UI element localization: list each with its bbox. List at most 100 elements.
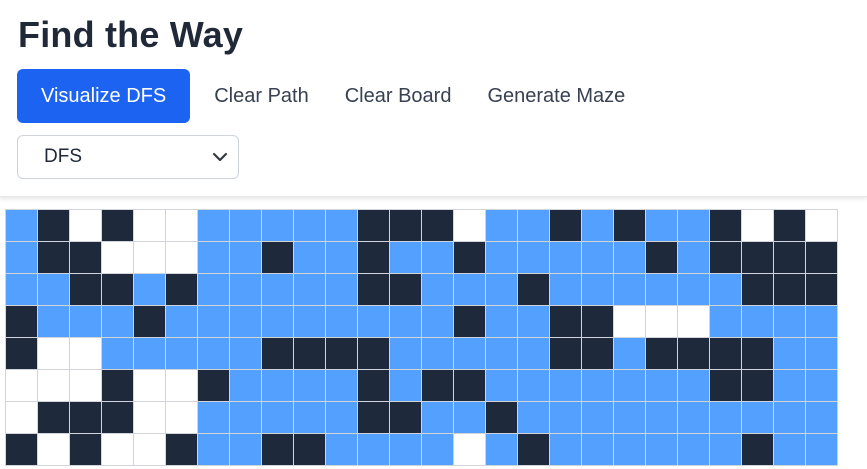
- grid-cell-visited[interactable]: [70, 306, 102, 338]
- grid-cell-visited[interactable]: [262, 274, 294, 306]
- grid-cell-visited[interactable]: [294, 370, 326, 402]
- grid-cell-wall[interactable]: [38, 402, 70, 434]
- grid-cell-visited[interactable]: [486, 274, 518, 306]
- grid-cell-visited[interactable]: [518, 210, 550, 242]
- grid-cell-wall[interactable]: [550, 210, 582, 242]
- grid-cell-visited[interactable]: [230, 210, 262, 242]
- grid-cell-visited[interactable]: [678, 402, 710, 434]
- grid-cell-visited[interactable]: [422, 434, 454, 466]
- grid-cell-empty[interactable]: [166, 370, 198, 402]
- grid-cell-empty[interactable]: [38, 370, 70, 402]
- grid-cell-visited[interactable]: [550, 242, 582, 274]
- grid-cell-visited[interactable]: [198, 338, 230, 370]
- grid-cell-visited[interactable]: [358, 306, 390, 338]
- grid-cell-visited[interactable]: [486, 434, 518, 466]
- clear-board-button[interactable]: Clear Board: [345, 85, 452, 108]
- grid-cell-empty[interactable]: [646, 306, 678, 338]
- grid-cell-wall[interactable]: [102, 402, 134, 434]
- grid-cell-visited[interactable]: [198, 242, 230, 274]
- grid-cell-visited[interactable]: [198, 274, 230, 306]
- grid-cell-wall[interactable]: [6, 338, 38, 370]
- grid-cell-wall[interactable]: [646, 338, 678, 370]
- grid-cell-visited[interactable]: [646, 370, 678, 402]
- grid-cell-wall[interactable]: [742, 338, 774, 370]
- grid-cell-visited[interactable]: [326, 274, 358, 306]
- grid-cell-wall[interactable]: [358, 210, 390, 242]
- grid-cell-wall[interactable]: [326, 338, 358, 370]
- grid-cell-wall[interactable]: [774, 210, 806, 242]
- grid-cell-wall[interactable]: [262, 338, 294, 370]
- grid-cell-visited[interactable]: [454, 274, 486, 306]
- grid-cell-wall[interactable]: [262, 434, 294, 466]
- grid-cell-visited[interactable]: [710, 402, 742, 434]
- grid-cell-empty[interactable]: [70, 370, 102, 402]
- grid-cell-visited[interactable]: [390, 306, 422, 338]
- grid-cell-empty[interactable]: [6, 402, 38, 434]
- grid-cell-wall[interactable]: [102, 274, 134, 306]
- grid-cell-visited[interactable]: [486, 210, 518, 242]
- grid-cell-wall[interactable]: [710, 338, 742, 370]
- grid-cell-wall[interactable]: [710, 370, 742, 402]
- grid-cell-visited[interactable]: [358, 434, 390, 466]
- grid-cell-visited[interactable]: [294, 402, 326, 434]
- grid-cell-wall[interactable]: [198, 370, 230, 402]
- grid-cell-visited[interactable]: [486, 242, 518, 274]
- grid-cell-wall[interactable]: [294, 338, 326, 370]
- grid-cell-empty[interactable]: [678, 306, 710, 338]
- grid-cell-wall[interactable]: [390, 274, 422, 306]
- grid-cell-visited[interactable]: [262, 210, 294, 242]
- grid-cell-empty[interactable]: [134, 242, 166, 274]
- grid-cell-visited[interactable]: [806, 306, 838, 338]
- grid-cell-visited[interactable]: [198, 306, 230, 338]
- grid-cell-visited[interactable]: [326, 402, 358, 434]
- grid-cell-visited[interactable]: [390, 338, 422, 370]
- grid-cell-empty[interactable]: [166, 402, 198, 434]
- grid-cell-wall[interactable]: [550, 306, 582, 338]
- grid-cell-wall[interactable]: [806, 274, 838, 306]
- grid-cell-visited[interactable]: [326, 370, 358, 402]
- grid-cell-visited[interactable]: [294, 274, 326, 306]
- grid-cell-wall[interactable]: [806, 242, 838, 274]
- grid-cell-visited[interactable]: [646, 274, 678, 306]
- grid-cell-empty[interactable]: [102, 242, 134, 274]
- grid-cell-visited[interactable]: [518, 370, 550, 402]
- grid-cell-visited[interactable]: [742, 402, 774, 434]
- grid-cell-visited[interactable]: [614, 434, 646, 466]
- grid-cell-visited[interactable]: [710, 274, 742, 306]
- grid-cell-visited[interactable]: [582, 370, 614, 402]
- grid-cell-visited[interactable]: [582, 434, 614, 466]
- grid-cell-wall[interactable]: [6, 306, 38, 338]
- grid-cell-visited[interactable]: [678, 370, 710, 402]
- grid-cell-visited[interactable]: [422, 306, 454, 338]
- grid-cell-visited[interactable]: [6, 274, 38, 306]
- grid-cell-visited[interactable]: [678, 434, 710, 466]
- grid-cell-visited[interactable]: [102, 306, 134, 338]
- grid-cell-wall[interactable]: [70, 242, 102, 274]
- grid-cell-visited[interactable]: [422, 274, 454, 306]
- grid-cell-visited[interactable]: [614, 402, 646, 434]
- grid-cell-visited[interactable]: [550, 402, 582, 434]
- grid-cell-empty[interactable]: [454, 210, 486, 242]
- grid-cell-visited[interactable]: [102, 338, 134, 370]
- grid-cell-wall[interactable]: [710, 210, 742, 242]
- grid-cell-wall[interactable]: [454, 306, 486, 338]
- grid-cell-wall[interactable]: [614, 210, 646, 242]
- grid-cell-wall[interactable]: [38, 242, 70, 274]
- grid-cell-visited[interactable]: [230, 402, 262, 434]
- grid-cell-visited[interactable]: [742, 306, 774, 338]
- grid-cell-visited[interactable]: [518, 402, 550, 434]
- grid-cell-visited[interactable]: [806, 434, 838, 466]
- grid-cell-visited[interactable]: [166, 306, 198, 338]
- grid-cell-visited[interactable]: [6, 242, 38, 274]
- grid-cell-wall[interactable]: [70, 402, 102, 434]
- grid-cell-empty[interactable]: [166, 242, 198, 274]
- grid-cell-visited[interactable]: [806, 402, 838, 434]
- grid-cell-visited[interactable]: [582, 402, 614, 434]
- grid-cell-visited[interactable]: [486, 370, 518, 402]
- grid-cell-visited[interactable]: [614, 274, 646, 306]
- grid-cell-visited[interactable]: [230, 338, 262, 370]
- grid-cell-visited[interactable]: [198, 402, 230, 434]
- grid-cell-wall[interactable]: [742, 434, 774, 466]
- grid-cell-wall[interactable]: [742, 370, 774, 402]
- grid-cell-visited[interactable]: [486, 306, 518, 338]
